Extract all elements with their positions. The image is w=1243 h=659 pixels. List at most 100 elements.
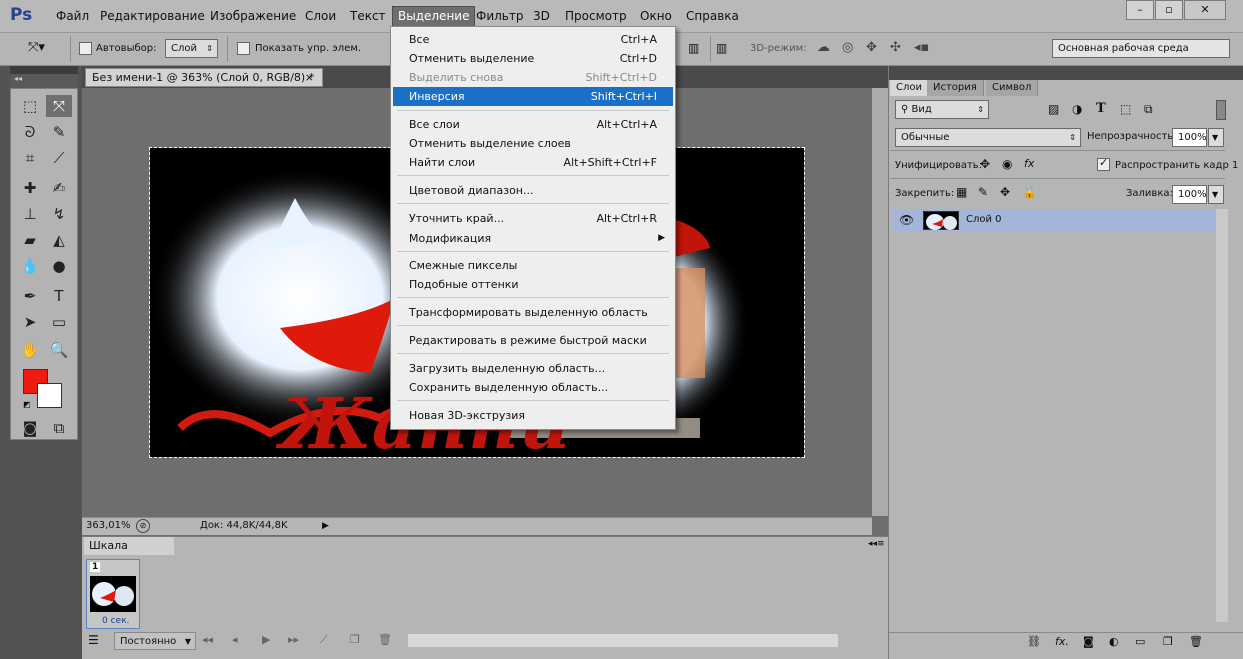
lasso-tool-icon[interactable]: ᘐ bbox=[17, 121, 43, 143]
close-tab-icon[interactable]: × bbox=[305, 69, 314, 86]
tab-history[interactable]: История bbox=[927, 80, 984, 96]
screen-mode-icon[interactable]: ⧉ bbox=[46, 417, 72, 439]
menu-item-inverse[interactable]: Инверсия Shift+Ctrl+I bbox=[393, 87, 673, 106]
3d-orbit-icon[interactable]: ☁ bbox=[817, 40, 835, 58]
fx-icon[interactable]: fx. bbox=[1055, 635, 1069, 648]
minimize-button[interactable]: – bbox=[1126, 0, 1154, 20]
filter-smart-icon[interactable]: ⧉ bbox=[1144, 102, 1153, 117]
menu-select[interactable]: Выделение bbox=[392, 6, 476, 27]
align-icon[interactable]: ▥ bbox=[688, 41, 706, 59]
document-tab[interactable]: Без имени-1 @ 363% (Слой 0, RGB/8) * × bbox=[85, 68, 323, 87]
background-color-swatch[interactable] bbox=[37, 383, 62, 408]
status-icon[interactable]: ⊘ bbox=[136, 519, 150, 533]
fill-input[interactable]: 100% bbox=[1172, 185, 1207, 204]
lock-position-icon[interactable]: ✥ bbox=[1000, 185, 1010, 199]
move-tool-icon[interactable]: ⤧ bbox=[46, 95, 72, 117]
menu-help[interactable]: Справка bbox=[681, 6, 744, 27]
menu-item-deselect-layers[interactable]: Отменить выделение слоев bbox=[393, 134, 673, 153]
loop-dropdown[interactable]: Постоянно ▼ bbox=[114, 632, 196, 650]
menu-item-all-layers[interactable]: Все слои Alt+Ctrl+A bbox=[393, 115, 673, 134]
3d-scale-icon[interactable]: ◂▪ bbox=[914, 40, 932, 58]
menu-item-grow[interactable]: Смежные пикселы bbox=[393, 256, 673, 275]
menu-view[interactable]: Просмотр bbox=[560, 6, 632, 27]
duplicate-frame-icon[interactable]: ❐ bbox=[350, 633, 360, 646]
menu-item-quick-mask[interactable]: Редактировать в режиме быстрой маски bbox=[393, 331, 673, 350]
filter-adjust-icon[interactable]: ◑ bbox=[1072, 102, 1082, 116]
marquee-tool-icon[interactable]: ⬚ bbox=[17, 95, 43, 117]
tab-layers[interactable]: Слои bbox=[890, 80, 929, 96]
frame-delay[interactable]: 0 сек. bbox=[102, 616, 129, 626]
autoselect-dropdown[interactable]: Слой ⇕ bbox=[165, 39, 218, 58]
move-tool-icon[interactable]: ⤧▾ bbox=[28, 40, 45, 55]
3d-pan-icon[interactable]: ✥ bbox=[866, 40, 884, 58]
menu-image[interactable]: Изображение bbox=[205, 6, 301, 27]
menu-item-color-range[interactable]: Цветовой диапазон... bbox=[393, 181, 673, 200]
opacity-input[interactable]: 100% bbox=[1172, 128, 1207, 147]
layers-scrollbar[interactable] bbox=[1216, 209, 1228, 622]
menu-item-load-selection[interactable]: Загрузить выделенную область... bbox=[393, 359, 673, 378]
history-brush-icon[interactable]: ↯ bbox=[46, 203, 72, 225]
menu-3d[interactable]: 3D bbox=[528, 6, 555, 27]
brush-tool-icon[interactable]: ✍ bbox=[46, 177, 72, 199]
lock-pixels-icon[interactable]: ✎ bbox=[978, 185, 988, 199]
vertical-scrollbar[interactable] bbox=[872, 88, 888, 516]
menu-item-reselect[interactable]: Выделить снова Shift+Ctrl+D bbox=[393, 68, 673, 87]
first-frame-icon[interactable]: ◂◂ bbox=[202, 633, 213, 646]
trash-icon[interactable]: 🗑 bbox=[1189, 635, 1203, 648]
unify-visibility-icon[interactable]: ◉ bbox=[1002, 157, 1012, 171]
zoom-tool-icon[interactable]: 🔍 bbox=[46, 339, 72, 361]
autoselect-checkbox[interactable] bbox=[79, 42, 92, 55]
default-colors-icon[interactable]: ◩ bbox=[23, 400, 31, 409]
propagate-checkbox[interactable]: ✓ bbox=[1097, 156, 1110, 171]
menu-edit[interactable]: Редактирование bbox=[95, 6, 210, 27]
lock-transparent-icon[interactable]: ▦ bbox=[956, 185, 967, 199]
tween-icon[interactable]: ⟋ bbox=[320, 633, 328, 647]
new-layer-icon[interactable]: ❐ bbox=[1163, 635, 1173, 648]
close-button[interactable]: ✕ bbox=[1184, 0, 1226, 20]
group-icon[interactable]: ▭ bbox=[1135, 635, 1145, 648]
paint-bucket-icon[interactable]: ◭ bbox=[46, 229, 72, 251]
menu-item-all[interactable]: Все Ctrl+A bbox=[393, 30, 673, 49]
menu-item-deselect[interactable]: Отменить выделение Ctrl+D bbox=[393, 49, 673, 68]
menu-item-modify[interactable]: Модификация ▶ bbox=[393, 229, 673, 248]
link-layers-icon[interactable]: ⛓ bbox=[1027, 635, 1041, 648]
quick-select-tool-icon[interactable]: ✎ bbox=[46, 121, 72, 143]
adjustment-icon[interactable]: ◐ bbox=[1109, 635, 1119, 648]
layer-filter-dropdown[interactable]: ⚲ Вид ⇕ bbox=[895, 100, 989, 119]
filter-shape-icon[interactable]: ⬚ bbox=[1120, 102, 1131, 116]
menu-item-similar[interactable]: Подобные оттенки bbox=[393, 275, 673, 294]
maximize-button[interactable]: ▫ bbox=[1155, 0, 1183, 20]
menu-item-save-selection[interactable]: Сохранить выделенную область... bbox=[393, 378, 673, 397]
prev-frame-icon[interactable]: ◂ bbox=[232, 633, 238, 646]
animation-frame[interactable]: 1 0 сек. bbox=[86, 559, 140, 629]
blur-tool-icon[interactable]: 💧 bbox=[17, 255, 43, 277]
eye-icon[interactable]: 👁 bbox=[899, 213, 914, 227]
layer-row[interactable]: 👁 Слой 0 bbox=[891, 209, 1215, 232]
status-arrow-icon[interactable]: ▶ bbox=[322, 518, 329, 534]
tab-character[interactable]: Символ bbox=[986, 80, 1039, 96]
pen-tool-icon[interactable]: ✒ bbox=[17, 285, 43, 307]
next-frame-icon[interactable]: ▸▸ bbox=[288, 633, 299, 646]
dodge-tool-icon[interactable]: ● bbox=[46, 255, 72, 277]
path-select-icon[interactable]: ➤ bbox=[17, 311, 43, 333]
zoom-level[interactable]: 363,01% bbox=[86, 518, 131, 534]
fill-arrow-icon[interactable]: ▼ bbox=[1208, 185, 1224, 204]
menu-window[interactable]: Окно bbox=[635, 6, 677, 27]
3d-slide-icon[interactable]: ✣ bbox=[890, 40, 908, 58]
healing-brush-icon[interactable]: ✚ bbox=[17, 177, 43, 199]
type-tool-icon[interactable]: T bbox=[46, 285, 72, 307]
panel-menu-icon[interactable]: ◂◂≡ bbox=[868, 539, 885, 549]
menu-layers[interactable]: Слои bbox=[300, 6, 341, 27]
convert-timeline-icon[interactable]: ☰ bbox=[88, 633, 99, 647]
menu-item-transform-selection[interactable]: Трансформировать выделенную область bbox=[393, 303, 673, 322]
distribute-icon[interactable]: ▥ bbox=[716, 41, 734, 59]
quick-mask-icon[interactable]: ◙ bbox=[17, 417, 43, 439]
workspace-selector[interactable]: Основная рабочая среда bbox=[1052, 39, 1230, 58]
lock-all-icon[interactable]: 🔒 bbox=[1022, 185, 1037, 199]
timeline-scrollbar[interactable] bbox=[408, 634, 838, 647]
menu-item-refine-edge[interactable]: Уточнить край... Alt+Ctrl+R bbox=[393, 209, 673, 228]
delete-frame-icon[interactable]: 🗑 bbox=[378, 633, 392, 646]
menu-item-3d-extrusion[interactable]: Новая 3D-экструзия bbox=[393, 406, 673, 425]
mask-icon[interactable]: ◙ bbox=[1083, 635, 1094, 648]
filter-type-icon[interactable]: T bbox=[1096, 101, 1106, 116]
